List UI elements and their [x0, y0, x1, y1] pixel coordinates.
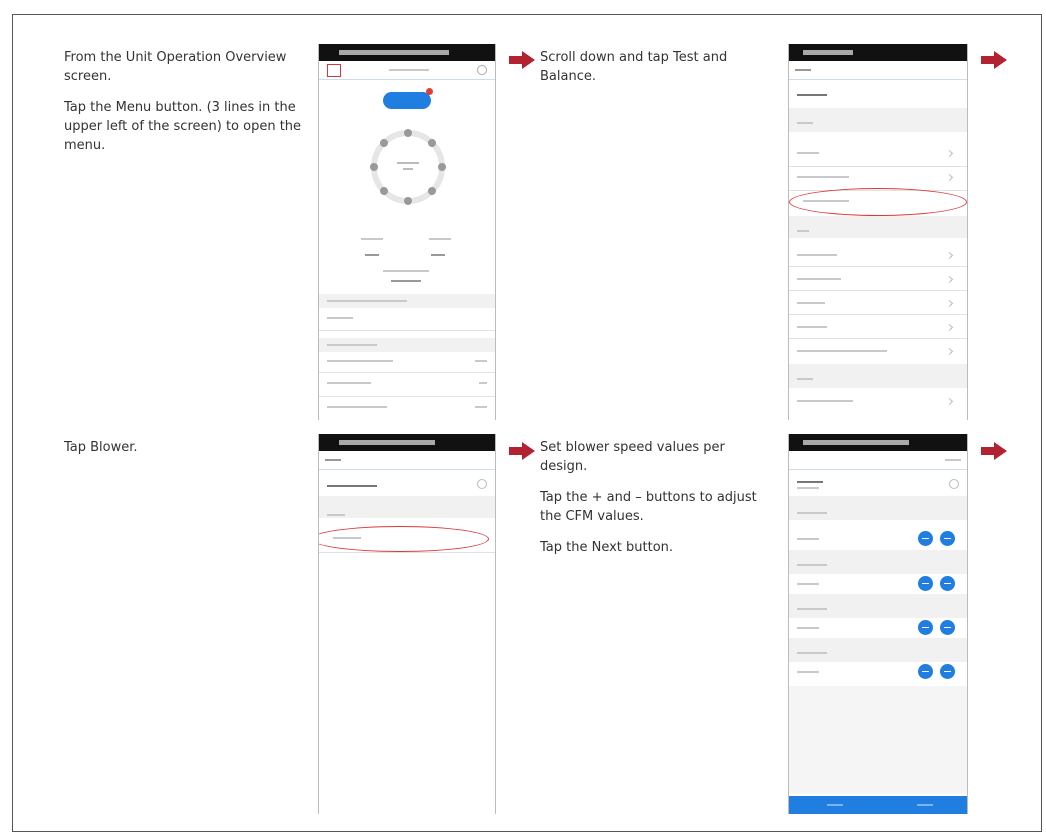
minus-button-icon[interactable] [918, 620, 933, 635]
next-button[interactable] [917, 804, 933, 806]
plus-button-icon[interactable] [940, 620, 955, 635]
info-icon[interactable] [949, 479, 959, 489]
status-bar [319, 434, 495, 451]
status-bar [789, 434, 967, 451]
step1-instructions: From the Unit Operation Overview screen.… [64, 48, 304, 167]
right-arrow-icon [509, 442, 535, 460]
phone-screenshot-menu [788, 44, 968, 420]
minus-button-icon[interactable] [918, 531, 933, 546]
bottom-navigation-bar [789, 796, 967, 814]
step2-text-1: Scroll down and tap Test and Balance. [540, 50, 728, 84]
step4-text-2: Tap the + and – buttons to adjust the CF… [540, 490, 757, 524]
menu-icon[interactable] [327, 64, 341, 77]
status-bar [789, 44, 967, 61]
info-icon[interactable] [477, 479, 487, 489]
step4-text-3: Tap the Next button. [540, 540, 674, 555]
mode-pill-button[interactable] [383, 92, 431, 109]
phone-screenshot-overview [318, 44, 496, 420]
right-arrow-icon [981, 442, 1007, 460]
status-bar [319, 44, 495, 61]
minus-button-icon[interactable] [918, 664, 933, 679]
phone-screenshot-blower [788, 434, 968, 814]
step4-text-1: Set blower speed values per design. [540, 440, 725, 474]
app-bar [319, 61, 495, 80]
app-bar [789, 451, 967, 470]
plus-button-icon[interactable] [940, 664, 955, 679]
minus-button-icon[interactable] [918, 576, 933, 591]
test-and-balance-highlight[interactable] [789, 188, 967, 216]
step1-text-1: From the Unit Operation Overview screen. [64, 50, 287, 84]
phone-screenshot-test-balance [318, 434, 496, 814]
step1-text-2: Tap the Menu button. (3 lines in the upp… [64, 100, 302, 153]
step2-instructions: Scroll down and tap Test and Balance. [540, 48, 768, 98]
blower-highlight[interactable] [319, 526, 489, 552]
operation-dial [370, 129, 446, 205]
step4-instructions: Set blower speed values per design. Tap … [540, 438, 765, 569]
back-button[interactable] [827, 804, 843, 806]
plus-button-icon[interactable] [940, 576, 955, 591]
right-arrow-icon [509, 51, 535, 69]
plus-button-icon[interactable] [940, 531, 955, 546]
app-bar [789, 61, 967, 80]
app-bar [319, 451, 495, 470]
step3-text-1: Tap Blower. [64, 440, 138, 455]
settings-icon[interactable] [477, 65, 487, 75]
step3-instructions: Tap Blower. [64, 438, 304, 469]
alert-badge [426, 88, 433, 95]
right-arrow-icon [981, 51, 1007, 69]
